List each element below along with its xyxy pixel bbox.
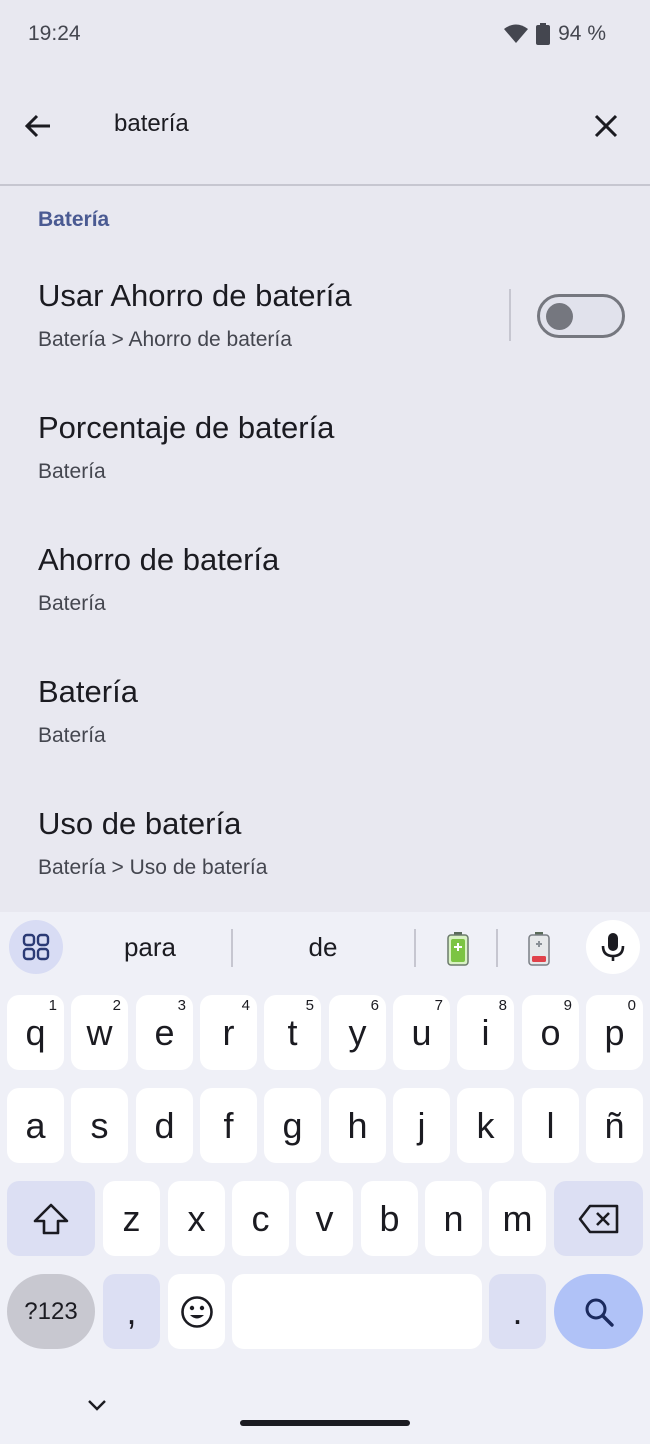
battery-low-emoji[interactable] xyxy=(519,929,559,969)
key-i[interactable]: i8 xyxy=(457,995,514,1070)
key-x[interactable]: x xyxy=(168,1181,225,1256)
wifi-icon xyxy=(504,24,529,43)
emoji-key[interactable] xyxy=(168,1274,225,1349)
hide-keyboard-icon[interactable] xyxy=(84,1392,110,1418)
battery-saver-toggle[interactable] xyxy=(537,294,625,338)
key-z[interactable]: z xyxy=(103,1181,160,1256)
key-g[interactable]: g xyxy=(264,1088,321,1163)
key-j[interactable]: j xyxy=(393,1088,450,1163)
result-subtitle: Batería xyxy=(38,592,106,615)
status-icons: 94 % xyxy=(504,22,606,46)
result-title: Batería xyxy=(38,674,138,709)
status-bar: 19:24 94 % xyxy=(0,0,650,72)
result-subtitle: Batería xyxy=(38,460,106,483)
voice-input-button[interactable] xyxy=(586,920,640,974)
suggestion-divider xyxy=(414,929,416,967)
shift-icon xyxy=(33,1203,69,1234)
battery-full-emoji[interactable] xyxy=(438,929,478,969)
result-item-bateria[interactable]: Batería Batería xyxy=(0,658,650,790)
symbols-key[interactable]: ?123 xyxy=(7,1274,95,1349)
status-time: 19:24 xyxy=(28,22,81,45)
search-bar xyxy=(0,72,650,184)
suggestion-divider xyxy=(231,929,233,967)
key-e[interactable]: e3 xyxy=(136,995,193,1070)
result-title: Ahorro de batería xyxy=(38,542,280,577)
toggle-knob xyxy=(546,303,573,330)
toggle-divider xyxy=(509,289,511,341)
key-m[interactable]: m xyxy=(489,1181,546,1256)
battery-full-icon xyxy=(447,932,469,966)
mic-icon xyxy=(601,933,625,961)
key-s[interactable]: s xyxy=(71,1088,128,1163)
key-q[interactable]: q1 xyxy=(7,995,64,1070)
period-key[interactable]: . xyxy=(489,1274,546,1349)
result-subtitle: Batería > Ahorro de batería xyxy=(38,328,292,351)
result-item-porcentaje[interactable]: Porcentaje de batería Batería xyxy=(0,394,650,526)
clear-search-button[interactable] xyxy=(582,102,630,150)
key-k[interactable]: k xyxy=(457,1088,514,1163)
key-c[interactable]: c xyxy=(232,1181,289,1256)
section-header: Batería xyxy=(38,208,110,231)
key-a[interactable]: a xyxy=(7,1088,64,1163)
emoji-icon xyxy=(180,1295,213,1328)
key-p[interactable]: p0 xyxy=(586,995,643,1070)
result-item-ahorro[interactable]: Ahorro de batería Batería xyxy=(0,526,650,658)
keyboard: para de q 1 w 2 e 3 r 4 t 5 y 6 u 7 i 8 … xyxy=(0,912,650,1444)
result-subtitle: Batería xyxy=(38,724,106,747)
keyboard-menu-button[interactable] xyxy=(9,920,63,974)
suggestion-1[interactable]: para xyxy=(90,932,210,963)
space-key[interactable] xyxy=(232,1274,482,1349)
result-title: Usar Ahorro de batería xyxy=(38,278,352,313)
result-item-uso[interactable]: Uso de batería Batería > Uso de batería xyxy=(0,790,650,922)
key-l[interactable]: l xyxy=(522,1088,579,1163)
key-h[interactable]: h xyxy=(329,1088,386,1163)
battery-percent: 94 % xyxy=(558,22,606,45)
key-y[interactable]: y6 xyxy=(329,995,386,1070)
suggestion-divider xyxy=(496,929,498,967)
close-icon xyxy=(594,114,618,138)
search-key[interactable] xyxy=(554,1274,643,1349)
suggestion-strip: para de xyxy=(0,912,650,984)
key-r[interactable]: r4 xyxy=(200,995,257,1070)
key-n[interactable]: n xyxy=(425,1181,482,1256)
key-w[interactable]: w2 xyxy=(71,995,128,1070)
key-v[interactable]: v xyxy=(296,1181,353,1256)
key-u[interactable]: u7 xyxy=(393,995,450,1070)
apps-grid-icon xyxy=(22,933,50,961)
comma-key[interactable]: , xyxy=(103,1274,160,1349)
navigation-handle[interactable] xyxy=(240,1420,410,1426)
shift-key[interactable] xyxy=(7,1181,95,1256)
key-d[interactable]: d xyxy=(136,1088,193,1163)
result-subtitle: Batería > Uso de batería xyxy=(38,856,268,879)
result-title: Porcentaje de batería xyxy=(38,410,335,445)
suggestion-2[interactable]: de xyxy=(260,932,386,963)
key-t[interactable]: t5 xyxy=(264,995,321,1070)
battery-icon xyxy=(536,23,551,45)
result-title: Uso de batería xyxy=(38,806,242,841)
key-enye[interactable]: ñ xyxy=(586,1088,643,1163)
back-button[interactable] xyxy=(14,102,62,150)
header-divider xyxy=(0,184,650,186)
key-o[interactable]: o9 xyxy=(522,995,579,1070)
key-f[interactable]: f xyxy=(200,1088,257,1163)
battery-low-icon xyxy=(528,932,550,966)
search-icon xyxy=(585,1298,614,1327)
search-input[interactable] xyxy=(114,110,554,138)
backspace-key[interactable] xyxy=(554,1181,643,1256)
backspace-icon xyxy=(578,1204,618,1233)
arrow-back-icon xyxy=(24,114,50,138)
key-b[interactable]: b xyxy=(361,1181,418,1256)
